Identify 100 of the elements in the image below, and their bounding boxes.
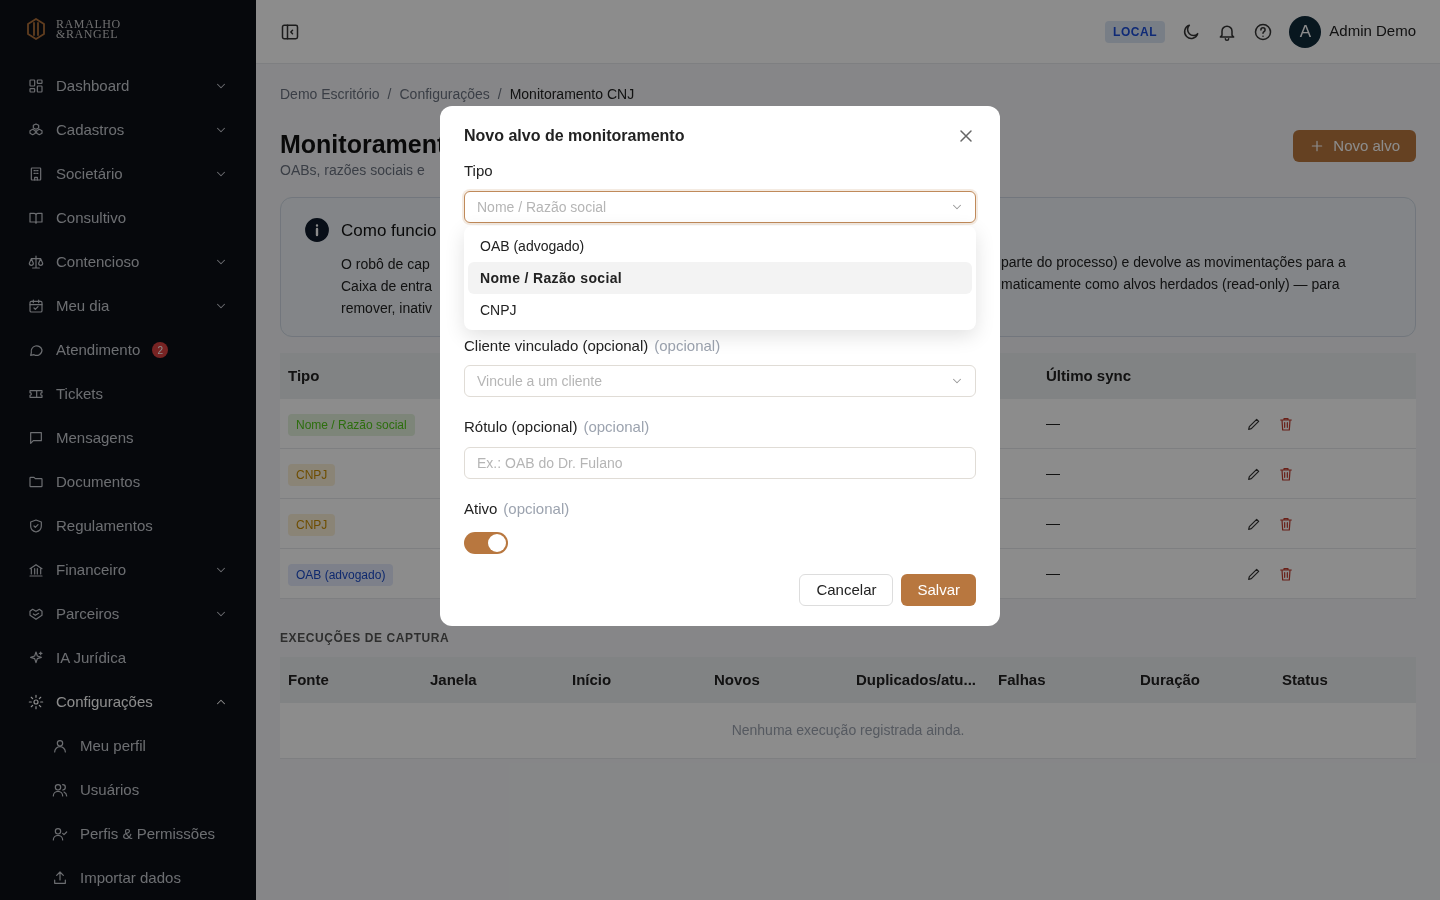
delete-button[interactable] [1278, 515, 1294, 532]
delete-button[interactable] [1278, 565, 1294, 582]
sidebar-label: Perfis & Permissões [80, 823, 216, 844]
count-badge: 2 [152, 342, 169, 358]
sidebar-item[interactable]: Societário [16, 152, 240, 196]
settings-icon [28, 694, 44, 710]
type-tag: CNPJ [288, 463, 336, 486]
sidebar-label: Atendimento [56, 339, 141, 360]
info-text: maticamente como alvos herdados (read-only) — para [1001, 275, 1341, 294]
sidebar-item[interactable]: Meu dia [16, 284, 240, 328]
sidebar-item[interactable]: Tickets [16, 372, 240, 416]
sidebar-label: Tickets [56, 383, 103, 404]
sidebar-label: Contencioso [56, 251, 140, 272]
brand-name: &RANGEL [56, 29, 119, 39]
page-title: Monitorament [280, 129, 446, 160]
field-label: Tipo [464, 161, 493, 181]
user-icon [52, 738, 68, 754]
info-title: Como funcio [341, 220, 437, 242]
column-header: Falhas [997, 669, 1047, 690]
avatar[interactable]: A [1289, 15, 1322, 48]
table-cell-text: — [1045, 514, 1061, 533]
sidebar-label: Dashboard [56, 75, 130, 96]
breadcrumb-separator: / [387, 84, 392, 104]
sidebar-item[interactable]: Regulamentos [16, 504, 240, 548]
sidebar-label: Parceiros [56, 603, 120, 624]
sidebar-label: Consultivo [56, 207, 127, 228]
dropdown-option[interactable]: OAB (advogado) [468, 230, 972, 262]
brand-name: RAMALHO [56, 19, 121, 29]
sidebar-item[interactable]: Dashboard [16, 64, 240, 108]
sidebar-item[interactable]: Configurações [16, 680, 240, 724]
field-label: Ativo [464, 498, 498, 519]
sidebar-label: Meu dia [56, 295, 110, 316]
table-cell-text: — [1045, 564, 1061, 583]
sidebar-label: Societário [56, 163, 123, 184]
info-icon [305, 218, 329, 242]
sidebar-subitem[interactable]: Usuários [16, 768, 240, 812]
sidebar-item[interactable]: Atendimento 2 [16, 328, 240, 372]
column-header: Novos [713, 669, 761, 690]
sidebar-label: Documentos [56, 471, 141, 492]
book-icon [28, 210, 44, 226]
table-cell-text: — [1045, 464, 1061, 483]
sidebar-label: Importar dados [80, 867, 181, 888]
environment-badge: LOCAL [1104, 20, 1166, 43]
delete-button[interactable] [1278, 465, 1294, 482]
info-text: O robô de cap [341, 254, 431, 274]
save-button[interactable]: Salvar [901, 574, 976, 606]
sidebar-item[interactable]: Cadastros [16, 108, 240, 152]
delete-button[interactable] [1278, 415, 1294, 432]
new-target-button[interactable]: Novo alvo [1293, 130, 1416, 162]
type-tag: Nome / Razão social [288, 413, 415, 436]
user-name: Admin Demo [1329, 21, 1416, 42]
bank-icon [28, 562, 44, 578]
column-header: Tipo [287, 365, 321, 386]
sidebar-label: IA Jurídica [56, 647, 127, 668]
breadcrumb-separator: / [497, 84, 502, 104]
client-select[interactable]: Vincule a um cliente [464, 365, 976, 397]
cancel-button[interactable]: Cancelar [799, 574, 894, 606]
sidebar-label: Configurações [56, 691, 153, 712]
message-icon [28, 430, 44, 446]
modal-title: Novo alvo de monitoramento [464, 126, 685, 146]
scale-icon [28, 254, 44, 270]
type-tag: CNPJ [288, 513, 336, 536]
active-toggle[interactable] [464, 532, 508, 554]
sidebar-label: Regulamentos [56, 515, 153, 536]
dropdown-option[interactable]: Nome / Razão social [468, 262, 972, 294]
column-header: Fonte [287, 669, 330, 690]
sidebar-item[interactable]: Contencioso [16, 240, 240, 284]
sparkle-icon [28, 650, 44, 666]
sidebar-label: Mensagens [56, 427, 134, 448]
sidebar-label: Usuários [80, 779, 140, 800]
sidebar-item[interactable]: Mensagens [16, 416, 240, 460]
sidebar-item[interactable]: Financeiro [16, 548, 240, 592]
sidebar-item[interactable]: Parceiros [16, 592, 240, 636]
sidebar-label: Financeiro [56, 559, 127, 580]
column-header: Duração [1139, 669, 1202, 690]
sidebar-subitem[interactable]: Perfis & Permissões [16, 812, 240, 856]
sidebar-item[interactable]: IA Jurídica [16, 636, 240, 680]
sidebar-label: Meu perfil [80, 735, 146, 756]
sidebar-subitem[interactable]: Meu perfil [16, 724, 240, 768]
building-icon [28, 166, 44, 182]
section-title: EXECUÇÕES DE CAPTURA [280, 629, 451, 647]
sidebar-label: Cadastros [56, 119, 125, 140]
sidebar-item[interactable]: Documentos [16, 460, 240, 504]
column-header: Janela [429, 669, 478, 690]
folder-icon [28, 474, 44, 490]
info-text: parte do processo) e devolve as movimentações para a [1001, 253, 1347, 272]
sidebar-subitem[interactable]: Importar dados [16, 856, 240, 900]
info-text: Caixa de entra [341, 276, 434, 296]
info-text: remover, inativ [341, 298, 434, 318]
user-check-icon [52, 826, 68, 842]
breadcrumb-item[interactable]: Demo Escritório [280, 83, 380, 105]
label-input[interactable]: Ex.: OAB do Dr. Fulano [464, 446, 976, 479]
users-icon [52, 782, 68, 798]
dropdown-option[interactable]: CNPJ [468, 294, 972, 326]
upload-icon [52, 870, 68, 886]
type-select[interactable]: Nome / Razão social [464, 190, 976, 223]
column-header: Duplicados/atu... [855, 669, 977, 690]
chat-bubble-icon [28, 342, 44, 358]
breadcrumb-item[interactable]: Configurações [399, 83, 490, 105]
sidebar-item[interactable]: Consultivo [16, 196, 240, 240]
